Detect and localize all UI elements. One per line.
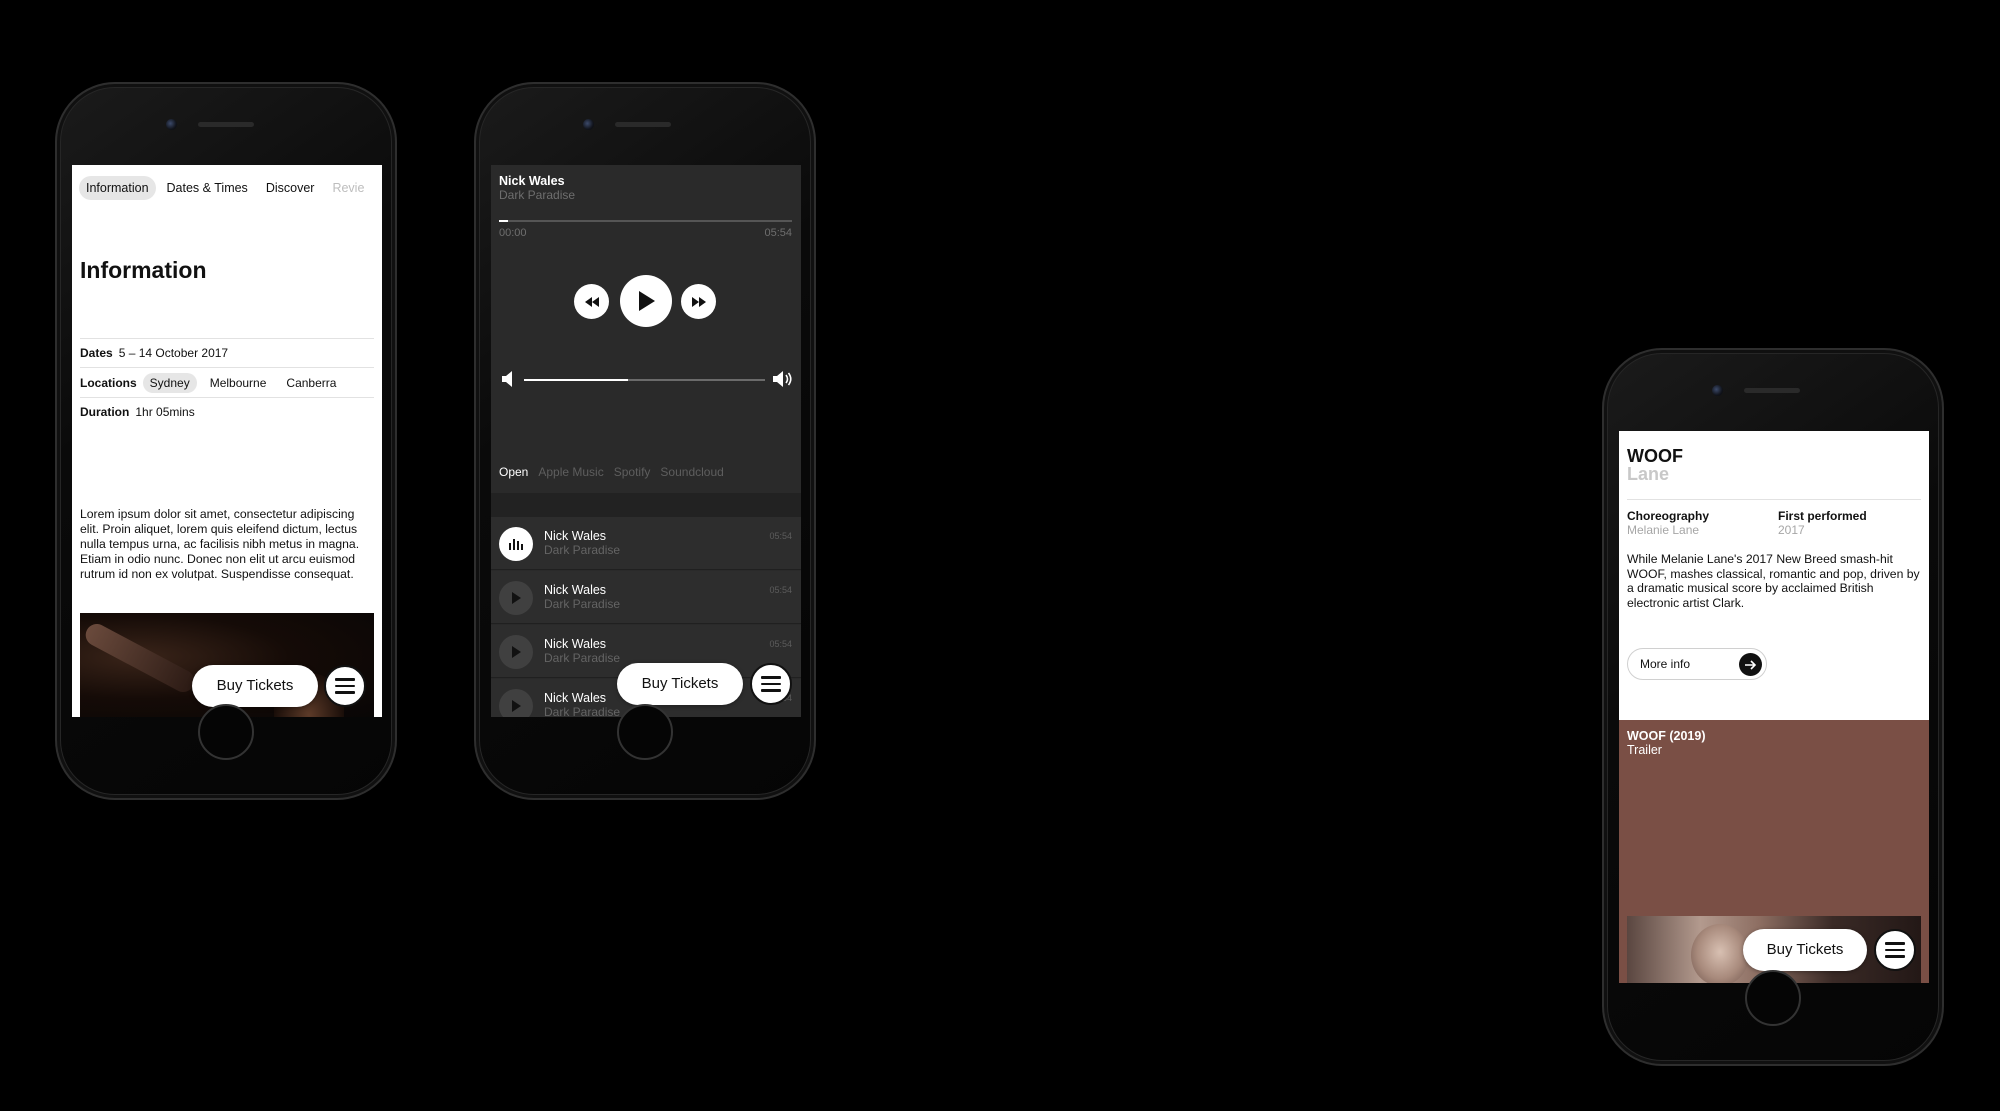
location-canberra[interactable]: Canberra xyxy=(279,373,343,393)
dates-label: Dates xyxy=(80,346,113,360)
choreography-block: Choreography Melanie Lane xyxy=(1627,509,1709,537)
body-text: Lorem ipsum dolor sit amet, consectetur … xyxy=(80,507,360,581)
tab-information[interactable]: Information xyxy=(79,176,156,200)
phone-music-player: Nick Wales Dark Paradise 00:00 05:54 Ope… xyxy=(474,82,816,800)
location-sydney[interactable]: Sydney xyxy=(142,372,197,393)
total-time: 05:54 xyxy=(764,227,792,239)
locations-label: Locations xyxy=(80,375,137,390)
buy-tickets-button[interactable]: Buy Tickets xyxy=(617,663,743,705)
track-row[interactable]: Nick Wales Dark Paradise 05:54 xyxy=(491,571,801,624)
first-performed-label: First performed xyxy=(1778,509,1867,523)
speaker-grille xyxy=(198,122,254,127)
volume-low-icon[interactable] xyxy=(502,371,514,387)
first-performed-value: 2017 xyxy=(1778,523,1805,537)
menu-button[interactable] xyxy=(750,663,792,705)
now-playing-title: Dark Paradise xyxy=(499,188,576,202)
buy-tickets-button[interactable]: Buy Tickets xyxy=(1743,929,1867,971)
duration-value: 1hr 05mins xyxy=(135,405,195,419)
tab-reviews[interactable]: Revie xyxy=(325,176,371,200)
track-title: Dark Paradise xyxy=(544,543,621,557)
track-duration: 05:54 xyxy=(769,585,792,595)
tab-dates-times[interactable]: Dates & Times xyxy=(160,176,255,200)
track-title: Dark Paradise xyxy=(544,597,621,611)
speaker-grille xyxy=(615,122,671,127)
rewind-icon xyxy=(584,296,599,307)
dates-row: Dates 5 – 14 October 2017 xyxy=(80,338,374,367)
elapsed-time: 00:00 xyxy=(499,227,527,239)
service-open[interactable]: Open xyxy=(499,465,528,479)
volume-fill xyxy=(524,379,628,381)
track-title: Dark Paradise xyxy=(544,651,621,665)
locations-row: Locations Sydney Melbourne Canberra xyxy=(80,367,374,397)
phone-woof: WOOF Lane Choreography Melanie Lane Firs… xyxy=(1602,348,1944,1066)
now-playing-icon xyxy=(499,527,533,561)
rewind-button[interactable] xyxy=(574,284,609,319)
now-playing-artist: Nick Wales xyxy=(499,174,565,188)
fast-forward-icon xyxy=(691,296,706,307)
speaker-grille xyxy=(1744,388,1800,393)
track-artist: Nick Wales xyxy=(544,691,607,705)
home-button[interactable] xyxy=(617,704,673,760)
play-icon[interactable] xyxy=(499,635,533,669)
arrow-right-icon xyxy=(1739,653,1762,676)
duration-row: Duration 1hr 05mins xyxy=(80,397,374,426)
duration-label: Duration xyxy=(80,405,130,419)
choreography-value: Melanie Lane xyxy=(1627,523,1700,537)
camera-icon xyxy=(166,119,177,130)
list-divider xyxy=(491,493,801,517)
progress-fill xyxy=(499,220,508,222)
screen-woof: WOOF Lane Choreography Melanie Lane Firs… xyxy=(1619,431,1929,983)
hamburger-icon xyxy=(761,676,781,679)
more-info-button[interactable]: More info xyxy=(1627,648,1767,680)
service-spotify[interactable]: Spotify xyxy=(614,465,651,479)
play-icon xyxy=(639,291,655,311)
track-row[interactable]: Nick Wales Dark Paradise 05:54 xyxy=(491,517,801,570)
choreography-label: Choreography xyxy=(1627,509,1710,523)
tab-discover[interactable]: Discover xyxy=(259,176,322,200)
play-icon[interactable] xyxy=(499,689,533,717)
hamburger-icon xyxy=(335,678,355,681)
tab-bar: Information Dates & Times Discover Revie xyxy=(79,176,371,200)
page-title: Information xyxy=(80,257,207,283)
more-info-label: More info xyxy=(1640,657,1691,671)
production-description: While Melanie Lane's 2017 New Breed smas… xyxy=(1627,552,1920,610)
menu-button[interactable] xyxy=(1874,929,1916,971)
service-links: Open Apple Music Spotify Soundcloud xyxy=(499,465,724,479)
production-subtitle: Lane xyxy=(1627,464,1670,484)
menu-button[interactable] xyxy=(324,665,366,707)
track-duration: 05:54 xyxy=(769,639,792,649)
track-artist: Nick Wales xyxy=(544,637,607,651)
volume-high-icon[interactable] xyxy=(773,371,793,387)
location-melbourne[interactable]: Melbourne xyxy=(203,373,274,393)
phone-information: Information Dates & Times Discover Revie… xyxy=(55,82,397,800)
screen-information: Information Dates & Times Discover Revie… xyxy=(72,165,382,717)
track-title: Dark Paradise xyxy=(544,705,621,717)
video-title: WOOF (2019) xyxy=(1627,729,1706,743)
track-artist: Nick Wales xyxy=(544,529,607,543)
video-subtitle: Trailer xyxy=(1627,743,1662,757)
divider xyxy=(1627,499,1921,500)
home-button[interactable] xyxy=(198,704,254,760)
camera-icon xyxy=(583,119,594,130)
hamburger-icon xyxy=(1885,942,1905,945)
volume-slider[interactable] xyxy=(524,379,765,381)
camera-icon xyxy=(1712,385,1723,396)
home-button[interactable] xyxy=(1745,970,1801,1026)
stage: Information Dates & Times Discover Revie… xyxy=(0,0,2000,1111)
first-performed-block: First performed 2017 xyxy=(1778,509,1867,537)
buy-tickets-button[interactable]: Buy Tickets xyxy=(192,665,318,707)
play-icon[interactable] xyxy=(499,581,533,615)
screen-music-player: Nick Wales Dark Paradise 00:00 05:54 Ope… xyxy=(491,165,801,717)
track-duration: 05:54 xyxy=(769,531,792,541)
service-apple-music[interactable]: Apple Music xyxy=(538,465,603,479)
service-soundcloud[interactable]: Soundcloud xyxy=(660,465,723,479)
play-button[interactable] xyxy=(620,275,672,327)
track-artist: Nick Wales xyxy=(544,583,607,597)
dates-value: 5 – 14 October 2017 xyxy=(118,346,229,360)
fast-forward-button[interactable] xyxy=(681,284,716,319)
progress-bar[interactable] xyxy=(499,220,792,222)
